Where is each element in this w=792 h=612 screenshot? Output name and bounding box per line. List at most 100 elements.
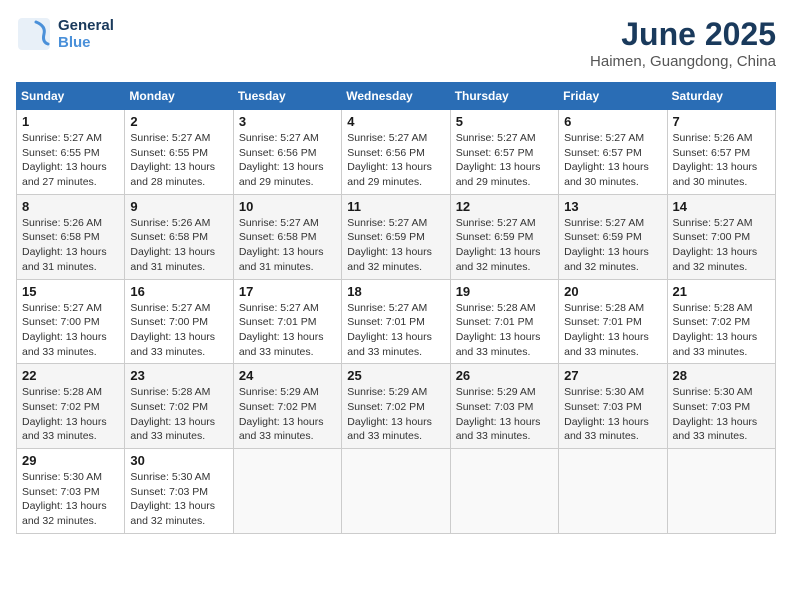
day-number: 9: [130, 199, 227, 214]
day-number: 12: [456, 199, 553, 214]
day-info: Sunrise: 5:28 AM Sunset: 7:02 PM Dayligh…: [673, 301, 770, 360]
col-monday: Monday: [125, 83, 233, 110]
day-info: Sunrise: 5:27 AM Sunset: 7:01 PM Dayligh…: [239, 301, 336, 360]
day-info: Sunrise: 5:27 AM Sunset: 6:55 PM Dayligh…: [130, 131, 227, 190]
calendar-week-3: 15 Sunrise: 5:27 AM Sunset: 7:00 PM Dayl…: [17, 279, 776, 364]
calendar-cell: 23 Sunrise: 5:28 AM Sunset: 7:02 PM Dayl…: [125, 364, 233, 449]
day-number: 11: [347, 199, 444, 214]
calendar-cell: [667, 449, 775, 534]
day-number: 19: [456, 284, 553, 299]
day-info: Sunrise: 5:27 AM Sunset: 6:56 PM Dayligh…: [239, 131, 336, 190]
calendar-cell: 11 Sunrise: 5:27 AM Sunset: 6:59 PM Dayl…: [342, 194, 450, 279]
day-number: 20: [564, 284, 661, 299]
day-info: Sunrise: 5:27 AM Sunset: 7:00 PM Dayligh…: [22, 301, 119, 360]
day-number: 30: [130, 453, 227, 468]
day-number: 4: [347, 114, 444, 129]
day-number: 26: [456, 368, 553, 383]
calendar-cell: 9 Sunrise: 5:26 AM Sunset: 6:58 PM Dayli…: [125, 194, 233, 279]
day-number: 18: [347, 284, 444, 299]
day-info: Sunrise: 5:27 AM Sunset: 7:00 PM Dayligh…: [130, 301, 227, 360]
day-info: Sunrise: 5:27 AM Sunset: 7:01 PM Dayligh…: [347, 301, 444, 360]
day-info: Sunrise: 5:30 AM Sunset: 7:03 PM Dayligh…: [673, 385, 770, 444]
calendar-cell: 29 Sunrise: 5:30 AM Sunset: 7:03 PM Dayl…: [17, 449, 125, 534]
day-number: 23: [130, 368, 227, 383]
calendar-cell: [342, 449, 450, 534]
calendar-cell: 21 Sunrise: 5:28 AM Sunset: 7:02 PM Dayl…: [667, 279, 775, 364]
calendar-cell: [559, 449, 667, 534]
day-number: 10: [239, 199, 336, 214]
calendar-cell: 19 Sunrise: 5:28 AM Sunset: 7:01 PM Dayl…: [450, 279, 558, 364]
day-number: 6: [564, 114, 661, 129]
day-number: 2: [130, 114, 227, 129]
col-tuesday: Tuesday: [233, 83, 341, 110]
calendar-cell: 8 Sunrise: 5:26 AM Sunset: 6:58 PM Dayli…: [17, 194, 125, 279]
day-number: 24: [239, 368, 336, 383]
day-info: Sunrise: 5:27 AM Sunset: 7:00 PM Dayligh…: [673, 216, 770, 275]
calendar-cell: 15 Sunrise: 5:27 AM Sunset: 7:00 PM Dayl…: [17, 279, 125, 364]
day-number: 27: [564, 368, 661, 383]
calendar-week-1: 1 Sunrise: 5:27 AM Sunset: 6:55 PM Dayli…: [17, 110, 776, 195]
calendar-table: Sunday Monday Tuesday Wednesday Thursday…: [16, 82, 776, 534]
col-thursday: Thursday: [450, 83, 558, 110]
day-number: 15: [22, 284, 119, 299]
calendar-cell: 24 Sunrise: 5:29 AM Sunset: 7:02 PM Dayl…: [233, 364, 341, 449]
day-number: 1: [22, 114, 119, 129]
calendar-cell: 10 Sunrise: 5:27 AM Sunset: 6:58 PM Dayl…: [233, 194, 341, 279]
day-info: Sunrise: 5:27 AM Sunset: 6:59 PM Dayligh…: [456, 216, 553, 275]
day-info: Sunrise: 5:28 AM Sunset: 7:02 PM Dayligh…: [130, 385, 227, 444]
calendar-week-5: 29 Sunrise: 5:30 AM Sunset: 7:03 PM Dayl…: [17, 449, 776, 534]
day-info: Sunrise: 5:27 AM Sunset: 6:59 PM Dayligh…: [564, 216, 661, 275]
day-number: 28: [673, 368, 770, 383]
logo-text-general: General: [58, 17, 114, 34]
day-info: Sunrise: 5:27 AM Sunset: 6:57 PM Dayligh…: [456, 131, 553, 190]
day-number: 13: [564, 199, 661, 214]
day-info: Sunrise: 5:28 AM Sunset: 7:01 PM Dayligh…: [456, 301, 553, 360]
col-wednesday: Wednesday: [342, 83, 450, 110]
day-number: 25: [347, 368, 444, 383]
calendar-cell: 22 Sunrise: 5:28 AM Sunset: 7:02 PM Dayl…: [17, 364, 125, 449]
day-info: Sunrise: 5:26 AM Sunset: 6:58 PM Dayligh…: [130, 216, 227, 275]
col-saturday: Saturday: [667, 83, 775, 110]
calendar-cell: 2 Sunrise: 5:27 AM Sunset: 6:55 PM Dayli…: [125, 110, 233, 195]
day-info: Sunrise: 5:27 AM Sunset: 6:55 PM Dayligh…: [22, 131, 119, 190]
day-number: 14: [673, 199, 770, 214]
logo-graphic: [16, 16, 52, 52]
calendar-cell: [450, 449, 558, 534]
day-info: Sunrise: 5:26 AM Sunset: 6:57 PM Dayligh…: [673, 131, 770, 190]
calendar-week-4: 22 Sunrise: 5:28 AM Sunset: 7:02 PM Dayl…: [17, 364, 776, 449]
day-info: Sunrise: 5:29 AM Sunset: 7:02 PM Dayligh…: [239, 385, 336, 444]
calendar-cell: 4 Sunrise: 5:27 AM Sunset: 6:56 PM Dayli…: [342, 110, 450, 195]
logo-text-blue: Blue: [58, 34, 114, 51]
col-friday: Friday: [559, 83, 667, 110]
calendar-cell: 25 Sunrise: 5:29 AM Sunset: 7:02 PM Dayl…: [342, 364, 450, 449]
day-info: Sunrise: 5:30 AM Sunset: 7:03 PM Dayligh…: [130, 470, 227, 529]
calendar-subtitle: Haimen, Guangdong, China: [590, 53, 776, 70]
day-number: 16: [130, 284, 227, 299]
col-sunday: Sunday: [17, 83, 125, 110]
title-area: June 2025 Haimen, Guangdong, China: [590, 16, 776, 70]
day-number: 29: [22, 453, 119, 468]
calendar-cell: 13 Sunrise: 5:27 AM Sunset: 6:59 PM Dayl…: [559, 194, 667, 279]
day-number: 22: [22, 368, 119, 383]
day-info: Sunrise: 5:28 AM Sunset: 7:02 PM Dayligh…: [22, 385, 119, 444]
day-number: 5: [456, 114, 553, 129]
calendar-cell: 12 Sunrise: 5:27 AM Sunset: 6:59 PM Dayl…: [450, 194, 558, 279]
header-row: Sunday Monday Tuesday Wednesday Thursday…: [17, 83, 776, 110]
calendar-cell: 5 Sunrise: 5:27 AM Sunset: 6:57 PM Dayli…: [450, 110, 558, 195]
day-info: Sunrise: 5:27 AM Sunset: 6:59 PM Dayligh…: [347, 216, 444, 275]
day-info: Sunrise: 5:29 AM Sunset: 7:02 PM Dayligh…: [347, 385, 444, 444]
calendar-cell: 28 Sunrise: 5:30 AM Sunset: 7:03 PM Dayl…: [667, 364, 775, 449]
calendar-cell: 14 Sunrise: 5:27 AM Sunset: 7:00 PM Dayl…: [667, 194, 775, 279]
calendar-week-2: 8 Sunrise: 5:26 AM Sunset: 6:58 PM Dayli…: [17, 194, 776, 279]
day-info: Sunrise: 5:27 AM Sunset: 6:58 PM Dayligh…: [239, 216, 336, 275]
calendar-cell: 7 Sunrise: 5:26 AM Sunset: 6:57 PM Dayli…: [667, 110, 775, 195]
day-info: Sunrise: 5:27 AM Sunset: 6:57 PM Dayligh…: [564, 131, 661, 190]
calendar-cell: 18 Sunrise: 5:27 AM Sunset: 7:01 PM Dayl…: [342, 279, 450, 364]
day-info: Sunrise: 5:30 AM Sunset: 7:03 PM Dayligh…: [564, 385, 661, 444]
calendar-cell: 30 Sunrise: 5:30 AM Sunset: 7:03 PM Dayl…: [125, 449, 233, 534]
day-info: Sunrise: 5:29 AM Sunset: 7:03 PM Dayligh…: [456, 385, 553, 444]
logo: General Blue: [16, 16, 114, 52]
calendar-cell: [233, 449, 341, 534]
calendar-cell: 17 Sunrise: 5:27 AM Sunset: 7:01 PM Dayl…: [233, 279, 341, 364]
calendar-cell: 27 Sunrise: 5:30 AM Sunset: 7:03 PM Dayl…: [559, 364, 667, 449]
